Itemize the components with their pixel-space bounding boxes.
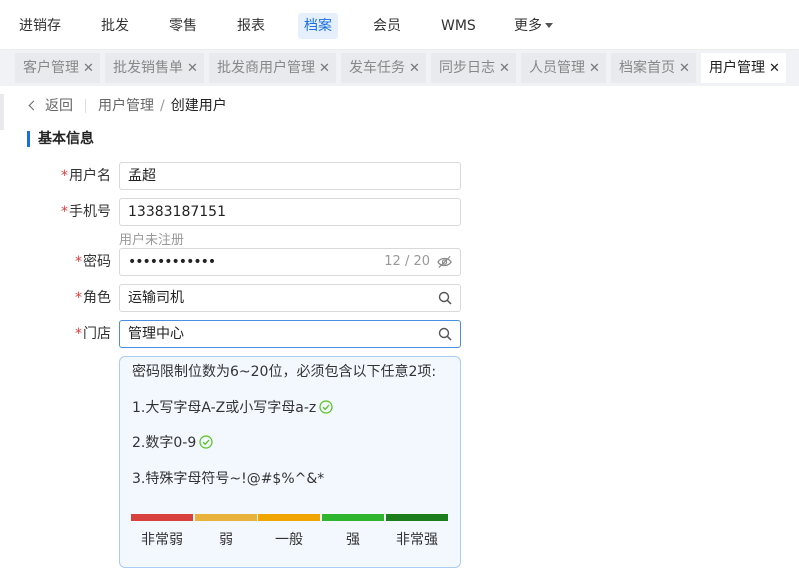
tab-label: 人员管理	[529, 60, 585, 76]
close-icon[interactable]: ✕	[319, 61, 330, 76]
required-mark: *	[75, 326, 82, 342]
store-input[interactable]	[120, 321, 420, 347]
tab-sync-log[interactable]: 同步日志 ✕	[431, 53, 516, 83]
role-input[interactable]	[120, 285, 420, 311]
menu-item-members[interactable]: 会员	[367, 13, 407, 39]
chevron-down-icon	[545, 22, 553, 28]
required-mark: *	[61, 204, 68, 220]
strength-label-weak: 弱	[219, 532, 233, 548]
tab-label: 同步日志	[439, 60, 495, 76]
tab-customer-management[interactable]: 客户管理 ✕	[15, 53, 100, 83]
tab-bar: 客户管理 ✕ 批发销售单 ✕ 批发商用户管理 ✕ 发车任务 ✕ 同步日志 ✕ 人员管理 ✕ …	[0, 50, 799, 86]
menu-item-retail[interactable]: 零售	[163, 13, 203, 39]
close-icon[interactable]: ✕	[187, 61, 198, 76]
strength-bar-very-weak	[131, 514, 193, 521]
check-circle-icon	[199, 435, 213, 449]
back-label: 返回	[45, 98, 73, 114]
chevron-left-icon	[28, 100, 39, 111]
tab-dispatch-task[interactable]: 发车任务 ✕	[341, 53, 426, 83]
username-input[interactable]	[120, 163, 420, 189]
menu-item-archives[interactable]: 档案	[298, 13, 338, 39]
username-label-text: 用户名	[69, 168, 111, 184]
close-icon[interactable]: ✕	[499, 61, 510, 76]
password-label-text: 密码	[83, 254, 111, 270]
username-label: *用户名	[0, 162, 111, 190]
tab-label: 批发商用户管理	[217, 60, 315, 76]
strength-bar-weak	[195, 514, 257, 521]
check-circle-icon	[319, 400, 333, 414]
close-icon[interactable]: ✕	[679, 61, 690, 76]
strength-bar-strong	[322, 514, 384, 521]
divider	[85, 99, 86, 113]
close-icon[interactable]: ✕	[769, 61, 780, 76]
menu-item-more[interactable]: 更多	[508, 13, 559, 39]
sidebar-collapse-strip[interactable]	[0, 94, 4, 130]
rule-text: 2.数字0-9	[132, 435, 197, 451]
breadcrumb: 返回 用户管理 / 创建用户	[28, 96, 227, 116]
password-field[interactable]: 12 / 20	[119, 248, 461, 276]
role-label-text: 角色	[83, 290, 111, 306]
strength-label-strong: 强	[346, 532, 360, 548]
strength-label-medium: 一般	[275, 532, 303, 548]
password-input[interactable]	[120, 249, 420, 275]
menu-item-wms[interactable]: WMS	[435, 13, 482, 39]
password-rule-digits: 2.数字0-9	[132, 433, 213, 453]
required-mark: *	[75, 290, 82, 306]
role-label: *角色	[0, 284, 111, 312]
menu-item-inventory[interactable]: 进销存	[13, 13, 67, 39]
username-field[interactable]	[119, 162, 461, 190]
tab-label: 用户管理	[709, 60, 765, 76]
strength-bar-very-strong	[386, 514, 448, 521]
search-icon[interactable]	[438, 291, 452, 305]
tab-wholesaler-user-management[interactable]: 批发商用户管理 ✕	[209, 53, 336, 83]
store-label-text: 门店	[83, 326, 111, 342]
menu-item-wholesale[interactable]: 批发	[95, 13, 135, 39]
phone-hint: 用户未注册	[119, 233, 185, 248]
role-select[interactable]	[119, 284, 461, 312]
strength-label-very-weak: 非常弱	[141, 532, 183, 548]
close-icon[interactable]: ✕	[409, 61, 420, 76]
tab-label: 档案首页	[619, 60, 675, 76]
section-title: 基本信息	[27, 130, 94, 148]
back-link[interactable]: 返回	[28, 98, 73, 114]
tab-label: 批发销售单	[113, 60, 183, 76]
strength-label-very-strong: 非常强	[396, 532, 438, 548]
eye-off-icon[interactable]	[437, 255, 452, 269]
password-rule-letters: 1.大写字母A-Z或小写字母a-z	[132, 398, 333, 418]
tab-archives-home[interactable]: 档案首页 ✕	[611, 53, 696, 83]
tab-label: 发车任务	[349, 60, 405, 76]
breadcrumb-separator: /	[160, 98, 165, 114]
menu-more-label: 更多	[514, 18, 542, 34]
phone-field[interactable]	[119, 198, 461, 226]
tab-label: 客户管理	[23, 60, 79, 76]
menu-item-reports[interactable]: 报表	[231, 13, 271, 39]
tab-staff-management[interactable]: 人员管理 ✕	[521, 53, 606, 83]
search-icon[interactable]	[438, 327, 452, 341]
store-select[interactable]	[119, 320, 461, 348]
phone-input[interactable]	[120, 199, 420, 225]
password-rules-intro: 密码限制位数为6~20位，必须包含以下任意2项:	[132, 364, 437, 380]
required-mark: *	[75, 254, 82, 270]
password-rules-popover: 密码限制位数为6~20位，必须包含以下任意2项: 1.大写字母A-Z或小写字母a…	[119, 356, 461, 568]
strength-bar-medium	[258, 514, 320, 521]
top-menu-bar: 进销存 批发 零售 报表 档案 会员 WMS 更多	[0, 0, 799, 50]
tab-user-management[interactable]: 用户管理 ✕	[701, 53, 786, 83]
required-mark: *	[61, 168, 68, 184]
tab-wholesale-order[interactable]: 批发销售单 ✕	[105, 53, 204, 83]
password-rule-symbols: 3.特殊字母符号~!@#$%^&*	[132, 471, 325, 487]
close-icon[interactable]: ✕	[83, 61, 94, 76]
phone-label-text: 手机号	[69, 204, 111, 220]
password-label: *密码	[0, 248, 111, 276]
store-label: *门店	[0, 320, 111, 348]
rule-text: 1.大写字母A-Z或小写字母a-z	[132, 400, 317, 416]
breadcrumb-parent[interactable]: 用户管理	[98, 98, 154, 114]
password-char-counter: 12 / 20	[384, 254, 430, 269]
breadcrumb-current: 创建用户	[170, 98, 227, 114]
phone-label: *手机号	[0, 198, 111, 226]
close-icon[interactable]: ✕	[589, 61, 600, 76]
